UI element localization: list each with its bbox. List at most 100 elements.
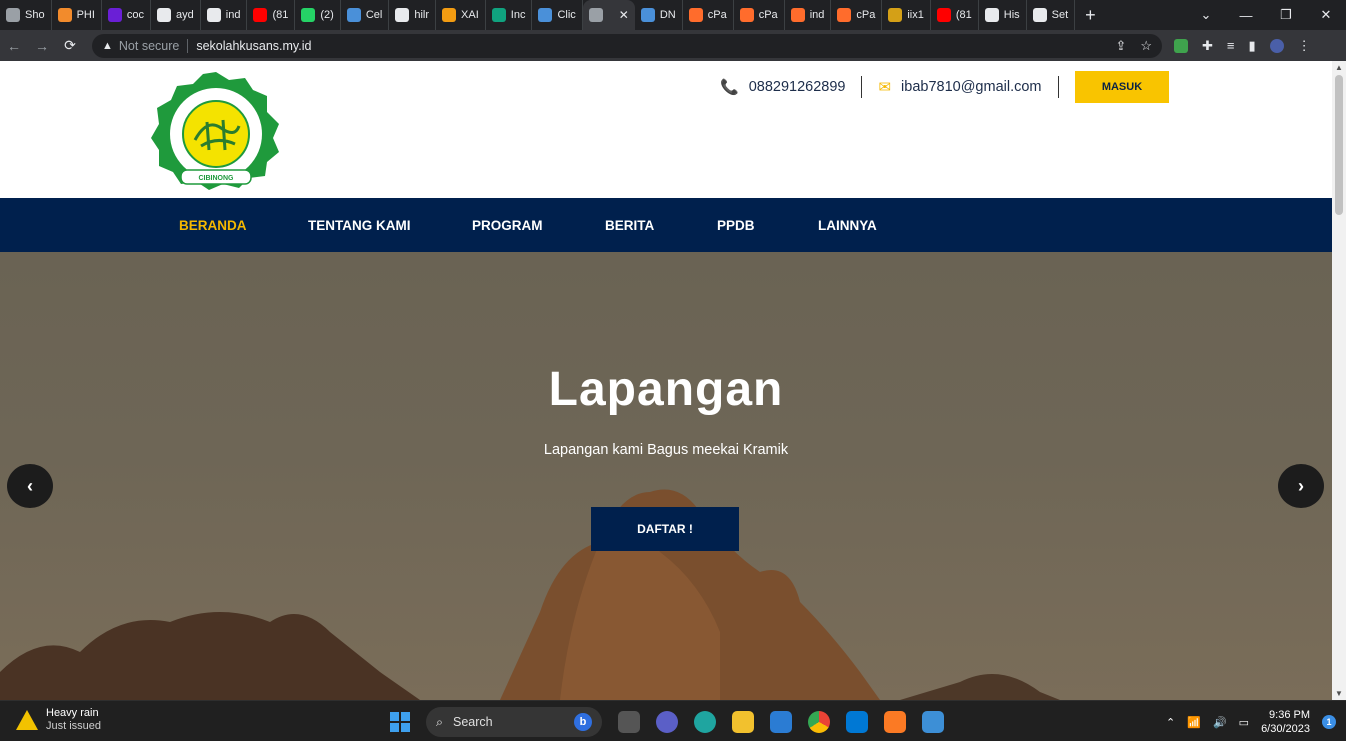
contact-info: 📞 088291262899 ✉ ibab7810@gmail.com: [720, 71, 1075, 103]
email-address[interactable]: ibab7810@gmail.com: [901, 79, 1041, 95]
tab-favicon-icon: [888, 8, 903, 22]
clock[interactable]: 9:36 PM 6/30/2023: [1261, 708, 1310, 736]
browser-tab[interactable]: iix1: [882, 0, 931, 30]
restore-icon[interactable]: ❐: [1266, 7, 1306, 23]
browser-tab[interactable]: Inc: [486, 0, 533, 30]
carousel-prev-icon[interactable]: ‹: [7, 464, 53, 508]
share-icon[interactable]: ⇪: [1115, 38, 1126, 54]
edge-icon[interactable]: [694, 711, 716, 733]
clock-time: 9:36 PM: [1269, 709, 1310, 721]
extension-icon[interactable]: [1174, 38, 1188, 53]
tab-label: cPa: [758, 9, 778, 21]
notification-badge[interactable]: 1: [1322, 715, 1336, 729]
scrollbar-thumb[interactable]: [1335, 75, 1343, 215]
xampp-icon[interactable]: [884, 711, 906, 733]
browser-tab[interactable]: ✕: [582, 0, 635, 30]
browser-tab[interactable]: cPa: [831, 0, 883, 30]
extensions-puzzle-icon[interactable]: ✚: [1202, 38, 1213, 54]
teams-chat-icon[interactable]: [656, 711, 678, 733]
url-text[interactable]: sekolahkusans.my.id: [196, 39, 311, 53]
wifi-icon[interactable]: 📶: [1187, 716, 1201, 729]
browser-tab[interactable]: DN: [635, 0, 683, 30]
close-window-icon[interactable]: ✕: [1306, 7, 1346, 23]
tab-label: cPa: [707, 9, 727, 21]
tab-favicon-icon: [206, 8, 221, 22]
login-button[interactable]: MASUK: [1075, 71, 1169, 103]
nav-item-lainnya[interactable]: LAINNYA: [818, 218, 877, 233]
reading-list-icon[interactable]: ≡: [1227, 38, 1235, 53]
nav-item-ppdb[interactable]: PPDB: [717, 218, 755, 233]
task-view-icon[interactable]: [618, 711, 640, 733]
tab-favicon-icon: [491, 8, 506, 22]
bing-icon[interactable]: b: [574, 713, 592, 731]
system-tray: ⌃ 📶 🔊 ▭ 9:36 PM 6/30/2023 1: [1166, 706, 1336, 738]
photos-icon[interactable]: [922, 711, 944, 733]
nav-item-tentang-kami[interactable]: TENTANG KAMI: [308, 218, 411, 233]
browser-tab[interactable]: Set: [1027, 0, 1076, 30]
chrome-icon[interactable]: [808, 711, 830, 733]
menu-kebab-icon[interactable]: ⋮: [1298, 38, 1311, 54]
warning-icon: ▲: [102, 39, 113, 52]
browser-tab[interactable]: (81: [247, 0, 296, 30]
browser-tab[interactable]: coc: [102, 0, 152, 30]
browser-tab[interactable]: (2): [295, 0, 341, 30]
mail-icon[interactable]: [770, 711, 792, 733]
tab-favicon-icon: [301, 8, 316, 22]
tab-favicon-icon: [538, 8, 553, 22]
browser-tab-strip: Sho PHI coc ayd ind (81 (2) Cel hilr XAI Inc Clic ✕ D…: [0, 0, 1346, 30]
bookmark-star-icon[interactable]: ☆: [1140, 38, 1152, 54]
tab-label: XAI: [461, 9, 479, 21]
taskbar-search[interactable]: ⌕ Search b: [426, 707, 602, 737]
weather-widget[interactable]: Heavy rain Just issued: [16, 707, 101, 733]
tab-label: ind: [225, 9, 241, 21]
browser-tab[interactable]: Clic: [532, 0, 583, 30]
browser-tab[interactable]: ayd: [151, 0, 201, 30]
browser-tab[interactable]: cPa: [683, 0, 734, 30]
profile-avatar[interactable]: [1269, 38, 1284, 53]
tab-label: cPa: [856, 9, 876, 21]
nav-item-program[interactable]: PROGRAM: [472, 218, 543, 233]
file-explorer-icon[interactable]: [732, 711, 754, 733]
weather-warning-icon: [16, 710, 38, 730]
hero-subtitle: Lapangan kami Bagus meekai Kramik: [543, 442, 789, 458]
page-scrollbar[interactable]: ▲ ▼: [1332, 61, 1346, 700]
browser-tab[interactable]: XAI: [436, 0, 486, 30]
browser-tab[interactable]: ind: [785, 0, 832, 30]
tab-favicon-icon: [346, 8, 361, 22]
email-icon: ✉: [878, 79, 892, 96]
forward-icon[interactable]: →: [28, 38, 56, 54]
register-button[interactable]: DAFTAR !: [591, 507, 739, 551]
nav-item-beranda[interactable]: BERANDA: [179, 218, 247, 233]
browser-tab[interactable]: cPa: [734, 0, 785, 30]
browser-tab[interactable]: hilr: [389, 0, 437, 30]
tray-overflow-icon[interactable]: ⌃: [1166, 716, 1175, 729]
minimize-icon[interactable]: —: [1226, 8, 1266, 23]
back-icon[interactable]: ←: [0, 38, 28, 54]
tab-favicon-icon: [588, 8, 603, 22]
tab-close-icon[interactable]: ✕: [619, 8, 629, 22]
scroll-down-icon[interactable]: ▼: [1335, 689, 1343, 698]
address-bar[interactable]: ▲ Not secure sekolahkusans.my.id ⇪ ☆: [92, 33, 1162, 58]
tab-label: (2): [320, 9, 334, 21]
tab-favicon-icon: [837, 8, 852, 22]
volume-icon[interactable]: 🔊: [1213, 716, 1227, 729]
new-tab-button[interactable]: +: [1075, 5, 1106, 26]
side-panel-icon[interactable]: ▮: [1249, 38, 1256, 54]
browser-tab[interactable]: (81: [931, 0, 979, 30]
browser-tab[interactable]: Cel: [341, 0, 390, 30]
browser-tab[interactable]: His: [979, 0, 1027, 30]
browser-tab[interactable]: PHI: [52, 0, 102, 30]
reload-icon[interactable]: ⟳: [56, 37, 84, 54]
nav-item-berita[interactable]: BERITA: [605, 218, 654, 233]
school-logo[interactable]: CIBINONG: [147, 70, 285, 192]
carousel-next-icon[interactable]: ›: [1278, 464, 1324, 508]
battery-icon[interactable]: ▭: [1239, 716, 1249, 729]
scroll-up-icon[interactable]: ▲: [1335, 63, 1343, 72]
browser-tab[interactable]: Sho: [0, 0, 52, 30]
tab-search-icon[interactable]: ⌄: [1186, 7, 1226, 23]
phone-number[interactable]: 088291262899: [749, 79, 846, 95]
tab-favicon-icon: [157, 8, 172, 22]
browser-tab[interactable]: ind: [201, 0, 248, 30]
windows-start-icon[interactable]: [390, 712, 410, 732]
vscode-icon[interactable]: [846, 711, 868, 733]
